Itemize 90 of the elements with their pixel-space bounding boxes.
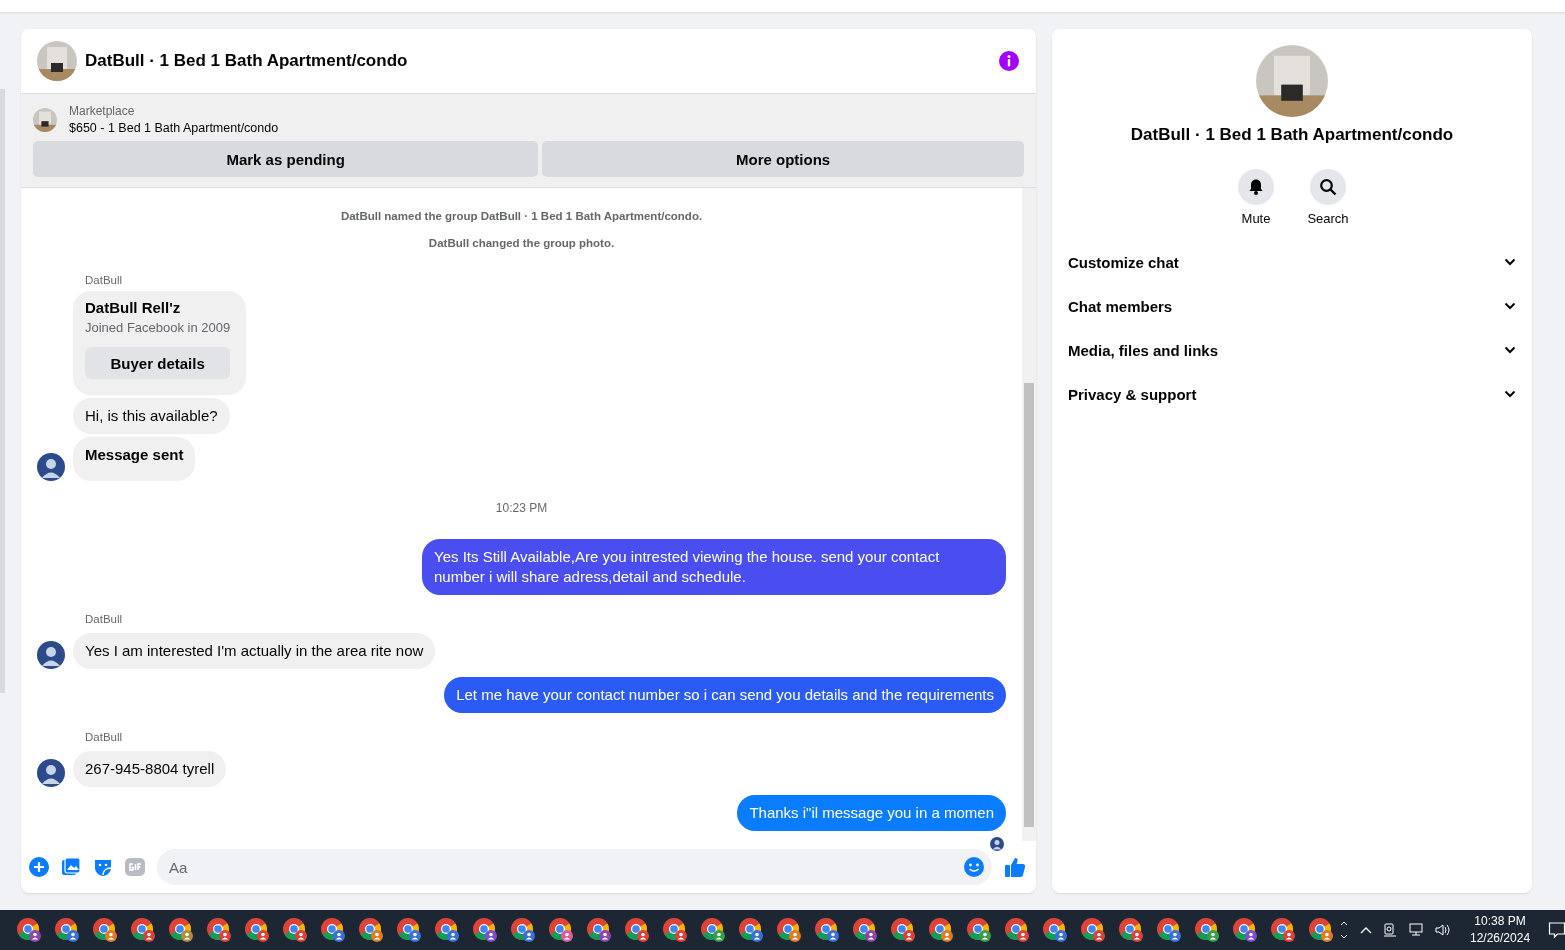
group-event-text: DatBull named the group DatBull · 1 Bed 1 Bath Apartment/condo. xyxy=(339,210,704,222)
thumbs-up-icon[interactable] xyxy=(1004,856,1026,878)
section-header[interactable]: Media, files and links xyxy=(1060,328,1524,372)
browser-icon[interactable] xyxy=(776,917,802,943)
message-input[interactable]: Aa xyxy=(157,849,992,885)
section-header[interactable]: Chat members xyxy=(1060,284,1524,328)
emoji-icon[interactable] xyxy=(963,856,985,878)
browser-icon[interactable] xyxy=(510,917,536,943)
action-button[interactable]: More options xyxy=(542,141,1024,177)
browser-icon[interactable] xyxy=(396,917,422,943)
section-header[interactable]: Customize chat xyxy=(1060,240,1524,284)
info-icon[interactable] xyxy=(998,50,1020,72)
listing-photo xyxy=(33,107,57,132)
scroll-down-icon[interactable] xyxy=(1340,934,1348,940)
browser-icon[interactable] xyxy=(700,917,726,943)
group-photo xyxy=(37,41,77,81)
search-icon xyxy=(1319,178,1337,196)
listing-title[interactable]: $650 - 1 Bed 1 Bath Apartment/condo xyxy=(69,121,279,135)
browser-icon[interactable] xyxy=(624,917,650,943)
message-bubble: Yes Its Still Available,Are you intrested viewing the house. send your contact number i will share adress,detail and schedule. xyxy=(422,539,1006,595)
browser-icon[interactable] xyxy=(282,917,308,943)
scrollbar[interactable] xyxy=(1022,188,1036,841)
browser-icon[interactable] xyxy=(434,917,460,943)
listing-label: Marketplace xyxy=(69,104,136,118)
browser-icon[interactable] xyxy=(1156,917,1182,943)
browser-icon[interactable] xyxy=(1004,917,1030,943)
sender-name: DatBull xyxy=(85,613,124,625)
avatar xyxy=(37,641,65,669)
message-bubble: Yes I am interested I'm actually in the area rite now xyxy=(73,633,436,669)
browser-icon[interactable] xyxy=(320,917,346,943)
group-name: DatBull · 1 Bed 1 Bath Apartment/condo xyxy=(1130,125,1454,145)
sender-name: DatBull xyxy=(85,274,124,286)
sticker-icon[interactable] xyxy=(93,857,113,877)
browser-icon[interactable] xyxy=(472,917,498,943)
buyer-name: DatBull Rell'z xyxy=(85,299,182,316)
clock-date[interactable]: 12/26/2024 xyxy=(1470,930,1531,947)
browser-icon[interactable] xyxy=(548,917,574,943)
message-bubble: Message sent xyxy=(73,437,196,481)
avatar xyxy=(37,453,65,481)
browser-icon[interactable] xyxy=(358,917,384,943)
clock-time[interactable]: 10:38 PM xyxy=(1474,913,1526,930)
chat-title: DatBull · 1 Bed 1 Bath Apartment/condo xyxy=(85,51,409,71)
action-button[interactable]: Mark as pending xyxy=(33,141,539,177)
mute-button[interactable] xyxy=(1238,169,1274,205)
button-label: Mute xyxy=(1241,211,1271,226)
scroll-up-icon[interactable] xyxy=(1340,920,1348,926)
message-bubble: Let me have your contact number so i can send you details and the requirements xyxy=(444,677,1006,713)
chevron-up-icon[interactable] xyxy=(1360,926,1372,934)
button-label: Search xyxy=(1307,211,1349,226)
browser-icon[interactable] xyxy=(92,917,118,943)
browser-icon[interactable] xyxy=(168,917,194,943)
browser-icon[interactable] xyxy=(890,917,916,943)
browser-icon[interactable] xyxy=(206,917,232,943)
timestamp: 10:23 PM xyxy=(494,501,549,515)
browser-icon[interactable] xyxy=(738,917,764,943)
browser-icon[interactable] xyxy=(586,917,612,943)
avatar xyxy=(37,759,65,787)
browser-icon[interactable] xyxy=(54,917,80,943)
search-button[interactable] xyxy=(1310,169,1346,205)
plus-icon[interactable] xyxy=(29,857,49,877)
group-event-text: DatBull changed the group photo. xyxy=(427,237,616,249)
speaker-icon[interactable] xyxy=(1434,922,1452,938)
browser-icon[interactable] xyxy=(852,917,878,943)
message-bubble: 267-945-8804 tyrell xyxy=(73,751,227,787)
browser-icon[interactable] xyxy=(1194,917,1220,943)
browser-icon[interactable] xyxy=(244,917,270,943)
browser-icon[interactable] xyxy=(1232,917,1258,943)
browser-icon[interactable] xyxy=(130,917,156,943)
notification-icon[interactable] xyxy=(1548,921,1565,939)
section-header[interactable]: Privacy & support xyxy=(1060,372,1524,416)
seen-avatar xyxy=(990,837,1004,851)
sender-name: DatBull xyxy=(85,731,124,743)
browser-icon[interactable] xyxy=(1270,917,1296,943)
bell-icon xyxy=(1247,178,1265,196)
browser-icon[interactable] xyxy=(1042,917,1068,943)
browser-icon[interactable] xyxy=(966,917,992,943)
buyer-joined: Joined Facebook in 2009 xyxy=(85,320,231,335)
browser-icon[interactable] xyxy=(928,917,954,943)
network-icon[interactable] xyxy=(1408,922,1424,938)
browser-icon[interactable] xyxy=(1308,917,1334,943)
browser-icon[interactable] xyxy=(1118,917,1144,943)
browser-icon[interactable] xyxy=(1080,917,1106,943)
browser-icon[interactable] xyxy=(16,917,42,943)
device-icon[interactable] xyxy=(1382,922,1398,938)
browser-icon[interactable] xyxy=(814,917,840,943)
browser-icon[interactable] xyxy=(662,917,688,943)
photo-icon[interactable] xyxy=(61,857,81,877)
buyer-details-button[interactable]: Buyer details xyxy=(85,347,231,379)
message-bubble: Thanks i"il message you in a momen xyxy=(737,795,1006,831)
message-bubble: Hi, is this available? xyxy=(73,398,230,434)
